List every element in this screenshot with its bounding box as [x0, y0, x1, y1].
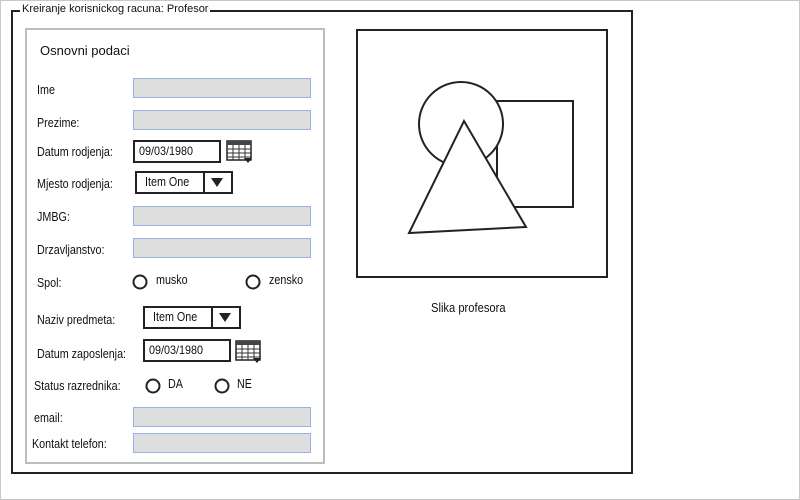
- panel-title: Osnovni podaci: [40, 43, 130, 58]
- birth-date-value: 09/03/1980: [139, 144, 194, 158]
- radio-no-icon[interactable]: [214, 378, 230, 394]
- jmbg-label: JMBG:: [37, 210, 70, 224]
- email-label: email:: [34, 411, 63, 425]
- chevron-down-icon[interactable]: [203, 173, 231, 192]
- citizenship-field[interactable]: [133, 238, 311, 258]
- chevron-down-icon[interactable]: [211, 308, 239, 327]
- status-option-no[interactable]: NE: [237, 377, 252, 391]
- subject-select[interactable]: Item One: [143, 306, 241, 329]
- birth-place-select[interactable]: Item One: [135, 171, 233, 194]
- radio-female-icon[interactable]: [245, 274, 261, 290]
- phone-label: Kontakt telefon:: [32, 437, 107, 451]
- subject-label: Naziv predmeta:: [37, 313, 116, 327]
- class-teacher-status-label: Status razrednika:: [34, 379, 121, 393]
- subject-selected: Item One: [153, 310, 198, 324]
- calendar-icon[interactable]: [226, 140, 254, 164]
- gender-label: Spol:: [37, 276, 62, 290]
- first-name-field[interactable]: [133, 78, 311, 98]
- birth-place-selected: Item One: [145, 175, 190, 189]
- last-name-label: Prezime:: [37, 116, 80, 130]
- email-field[interactable]: [133, 407, 311, 427]
- employment-date-value: 09/03/1980: [149, 343, 204, 357]
- gender-option-male[interactable]: musko: [156, 273, 188, 287]
- employment-date-label: Datum zaposlenja:: [37, 347, 127, 361]
- radio-male-icon[interactable]: [132, 274, 148, 290]
- jmbg-field[interactable]: [133, 206, 311, 226]
- photo-caption: Slika profesora: [431, 300, 506, 315]
- birth-place-label: Mjesto rodjenja:: [37, 177, 113, 191]
- phone-field[interactable]: [133, 433, 311, 453]
- calendar-icon[interactable]: [235, 340, 263, 364]
- professor-photo[interactable]: [356, 29, 608, 278]
- employment-date-input[interactable]: 09/03/1980: [143, 339, 231, 362]
- window-title: Kreiranje korisnickog racuna: Profesor: [20, 3, 211, 15]
- radio-yes-icon[interactable]: [145, 378, 161, 394]
- first-name-label: Ime: [37, 83, 55, 97]
- last-name-field[interactable]: [133, 110, 311, 130]
- gender-option-female[interactable]: zensko: [269, 273, 303, 287]
- birth-date-input[interactable]: 09/03/1980: [133, 140, 221, 163]
- citizenship-label: Drzavljanstvo:: [37, 243, 105, 257]
- image-placeholder-icon: [407, 81, 574, 235]
- status-option-yes[interactable]: DA: [168, 377, 183, 391]
- birth-date-label: Datum rodjenja:: [37, 145, 113, 159]
